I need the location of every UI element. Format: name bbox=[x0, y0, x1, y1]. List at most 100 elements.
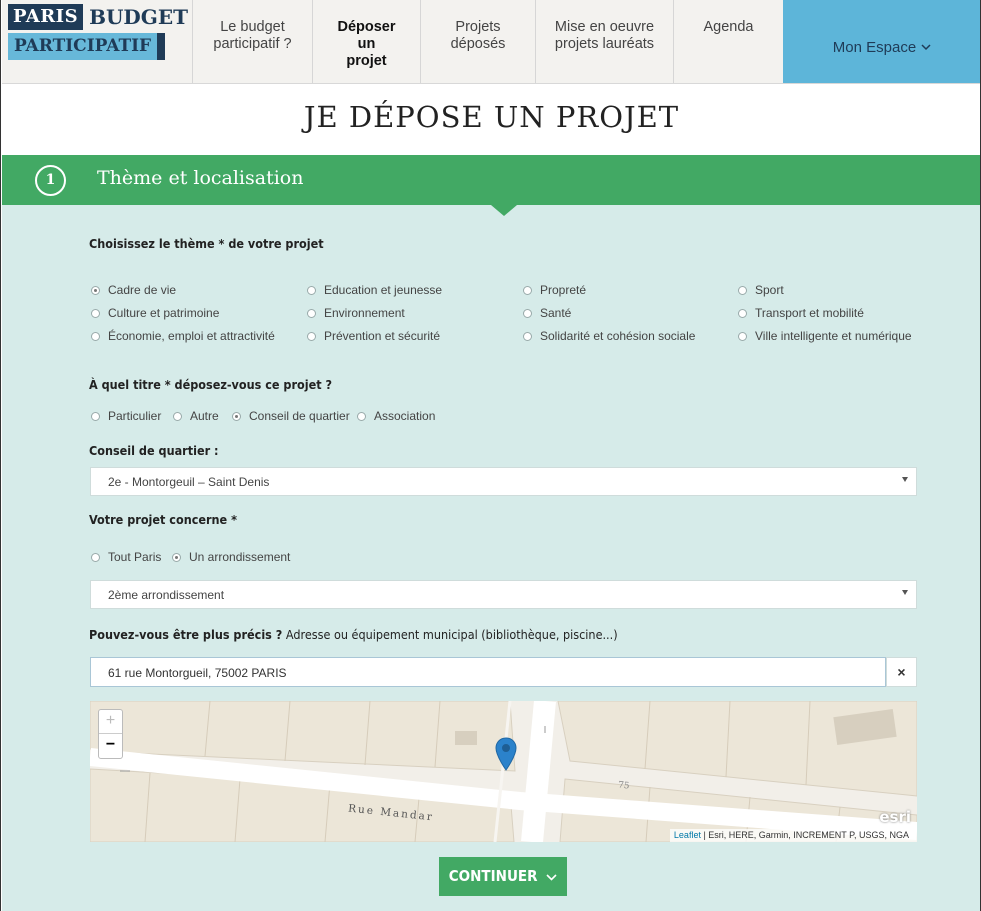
mon-espace-button[interactable]: Mon Espace bbox=[783, 0, 980, 83]
browser-frame: PARIS BUDGET PARTICIPATIF Le budget part… bbox=[0, 0, 981, 911]
theme-label: Choisissez le thème * de votre projet bbox=[89, 236, 324, 251]
radio-icon[interactable] bbox=[523, 331, 532, 341]
address-input[interactable]: 61 rue Montorgueil, 75002 PARIS bbox=[90, 657, 886, 687]
radio-label: Ville intelligente et numérique bbox=[755, 329, 912, 343]
scope-un-arrondissement[interactable]: Un arrondissement bbox=[172, 550, 290, 564]
map-zoom-controls: + − bbox=[98, 709, 123, 759]
continue-button[interactable]: CONTINUER bbox=[439, 857, 567, 896]
theme-option[interactable]: Environnement bbox=[307, 306, 405, 320]
nav-mise-en-oeuvre[interactable]: Mise en oeuvre projets lauréats bbox=[535, 0, 673, 83]
theme-option[interactable]: Prévention et sécurité bbox=[307, 329, 440, 343]
theme-option[interactable]: Sport bbox=[738, 283, 784, 297]
radio-icon[interactable] bbox=[173, 411, 182, 421]
radio-label: Solidarité et cohésion sociale bbox=[540, 329, 696, 343]
role-autre[interactable]: Autre bbox=[173, 409, 219, 423]
radio-label: Conseil de quartier bbox=[249, 409, 350, 423]
radio-label: Environnement bbox=[324, 306, 405, 320]
radio-icon[interactable] bbox=[738, 285, 747, 295]
nav-le-budget-participatif[interactable]: Le budget participatif ? bbox=[192, 0, 312, 83]
radio-icon[interactable] bbox=[523, 308, 532, 318]
map-attribution: Leaflet | Esri, HERE, Garmin, INCREMENT … bbox=[669, 829, 917, 842]
nav-agenda[interactable]: Agenda bbox=[673, 0, 783, 83]
radio-label: Association bbox=[374, 409, 436, 423]
council-label: Conseil de quartier : bbox=[89, 443, 219, 458]
map-tiles bbox=[90, 701, 917, 842]
nav-label: Déposer un projet bbox=[337, 19, 396, 69]
page-title: JE DÉPOSE UN PROJET bbox=[2, 84, 980, 155]
council-select-value: 2e - Montorgeuil – Saint Denis bbox=[108, 475, 270, 489]
site-logo[interactable]: PARIS BUDGET PARTICIPATIF bbox=[2, 0, 192, 84]
nav-projets-deposes[interactable]: Projets déposés bbox=[420, 0, 535, 83]
logo-budget: BUDGET bbox=[89, 5, 188, 29]
logo-paris: PARIS bbox=[8, 4, 84, 30]
radio-icon[interactable] bbox=[307, 285, 316, 295]
theme-option[interactable]: Culture et patrimoine bbox=[91, 306, 219, 320]
council-select[interactable]: 2e - Montorgeuil – Saint Denis bbox=[90, 467, 917, 496]
theme-option[interactable]: Transport et mobilité bbox=[738, 306, 864, 320]
radio-icon[interactable] bbox=[738, 331, 747, 341]
theme-option[interactable]: Solidarité et cohésion sociale bbox=[523, 329, 695, 343]
radio-icon[interactable] bbox=[91, 411, 100, 421]
logo-participatif: PARTICIPATIF bbox=[8, 33, 158, 60]
radio-selected-icon[interactable] bbox=[172, 552, 181, 562]
radio-icon[interactable] bbox=[357, 411, 366, 421]
radio-label: Un arrondissement bbox=[189, 550, 291, 564]
role-association[interactable]: Association bbox=[357, 409, 435, 423]
caret-down-icon bbox=[902, 477, 908, 482]
radio-selected-icon[interactable] bbox=[91, 285, 100, 295]
attribution-text: | Esri, HERE, Garmin, INCREMENT P, USGS,… bbox=[700, 830, 909, 840]
zoom-in-button[interactable]: + bbox=[99, 710, 122, 734]
continue-label: CONTINUER bbox=[448, 867, 538, 885]
address-value: 61 rue Montorgueil, 75002 PARIS bbox=[108, 666, 287, 680]
step-number: 1 bbox=[35, 165, 66, 196]
scope-label: Votre projet concerne * bbox=[89, 512, 237, 527]
step-title: Thème et localisation bbox=[97, 167, 304, 189]
theme-option[interactable]: Propreté bbox=[523, 283, 586, 297]
radio-icon[interactable] bbox=[91, 308, 100, 318]
step-pointer-arrow bbox=[491, 205, 517, 216]
nav-label: Agenda bbox=[703, 19, 754, 35]
theme-option[interactable]: Santé bbox=[523, 306, 571, 320]
role-conseil-de-quartier[interactable]: Conseil de quartier bbox=[232, 409, 350, 423]
radio-icon[interactable] bbox=[307, 331, 316, 341]
theme-option[interactable]: Économie, emploi et attractivité bbox=[91, 329, 275, 343]
esri-logo: esri bbox=[879, 808, 911, 826]
radio-label: Culture et patrimoine bbox=[108, 306, 220, 320]
top-navigation: PARIS BUDGET PARTICIPATIF Le budget part… bbox=[2, 0, 980, 84]
radio-label: Prévention et sécurité bbox=[324, 329, 441, 343]
radio-label: Transport et mobilité bbox=[755, 306, 864, 320]
radio-label: Sport bbox=[755, 283, 784, 297]
nav-label: Projets déposés bbox=[450, 19, 506, 52]
radio-icon[interactable] bbox=[91, 552, 100, 562]
theme-option[interactable]: Education et jeunesse bbox=[307, 283, 442, 297]
role-label: À quel titre * déposez-vous ce projet ? bbox=[89, 377, 333, 392]
nav-deposer-projet[interactable]: Déposer un projet bbox=[312, 0, 420, 83]
theme-option[interactable]: Ville intelligente et numérique bbox=[738, 329, 912, 343]
radio-label: Education et jeunesse bbox=[324, 283, 443, 297]
zoom-out-button[interactable]: − bbox=[99, 734, 122, 758]
precise-label: Pouvez-vous être plus précis ? Adresse o… bbox=[89, 627, 618, 642]
role-particulier[interactable]: Particulier bbox=[91, 409, 161, 423]
clear-address-button[interactable]: × bbox=[886, 657, 917, 687]
radio-label: Économie, emploi et attractivité bbox=[108, 329, 275, 343]
radio-icon[interactable] bbox=[307, 308, 316, 318]
radio-selected-icon[interactable] bbox=[232, 411, 241, 421]
leaflet-link[interactable]: Leaflet bbox=[674, 830, 701, 840]
theme-option[interactable]: Cadre de vie bbox=[91, 283, 176, 297]
nav-label: Le budget participatif ? bbox=[213, 19, 292, 52]
radio-label: Tout Paris bbox=[108, 550, 162, 564]
arrondissement-select[interactable]: 2ème arrondissement bbox=[90, 580, 917, 609]
radio-label: Cadre de vie bbox=[108, 283, 177, 297]
radio-icon[interactable] bbox=[523, 285, 532, 295]
map-pin-icon[interactable] bbox=[495, 737, 517, 771]
chevron-down-icon bbox=[921, 43, 931, 50]
scope-tout-paris[interactable]: Tout Paris bbox=[91, 550, 161, 564]
radio-icon[interactable] bbox=[91, 331, 100, 341]
location-map[interactable]: + − Rue Mandar 75 esri Leaflet | Esri, H… bbox=[90, 701, 917, 842]
address-number-label: 75 bbox=[617, 780, 630, 792]
step-header[interactable]: 1 Thème et localisation bbox=[2, 155, 980, 205]
caret-down-icon bbox=[902, 590, 908, 595]
nav-label: Mise en oeuvre projets lauréats bbox=[554, 19, 655, 52]
radio-icon[interactable] bbox=[738, 308, 747, 318]
project-form: Choisissez le thème * de votre projet Ca… bbox=[2, 205, 980, 911]
